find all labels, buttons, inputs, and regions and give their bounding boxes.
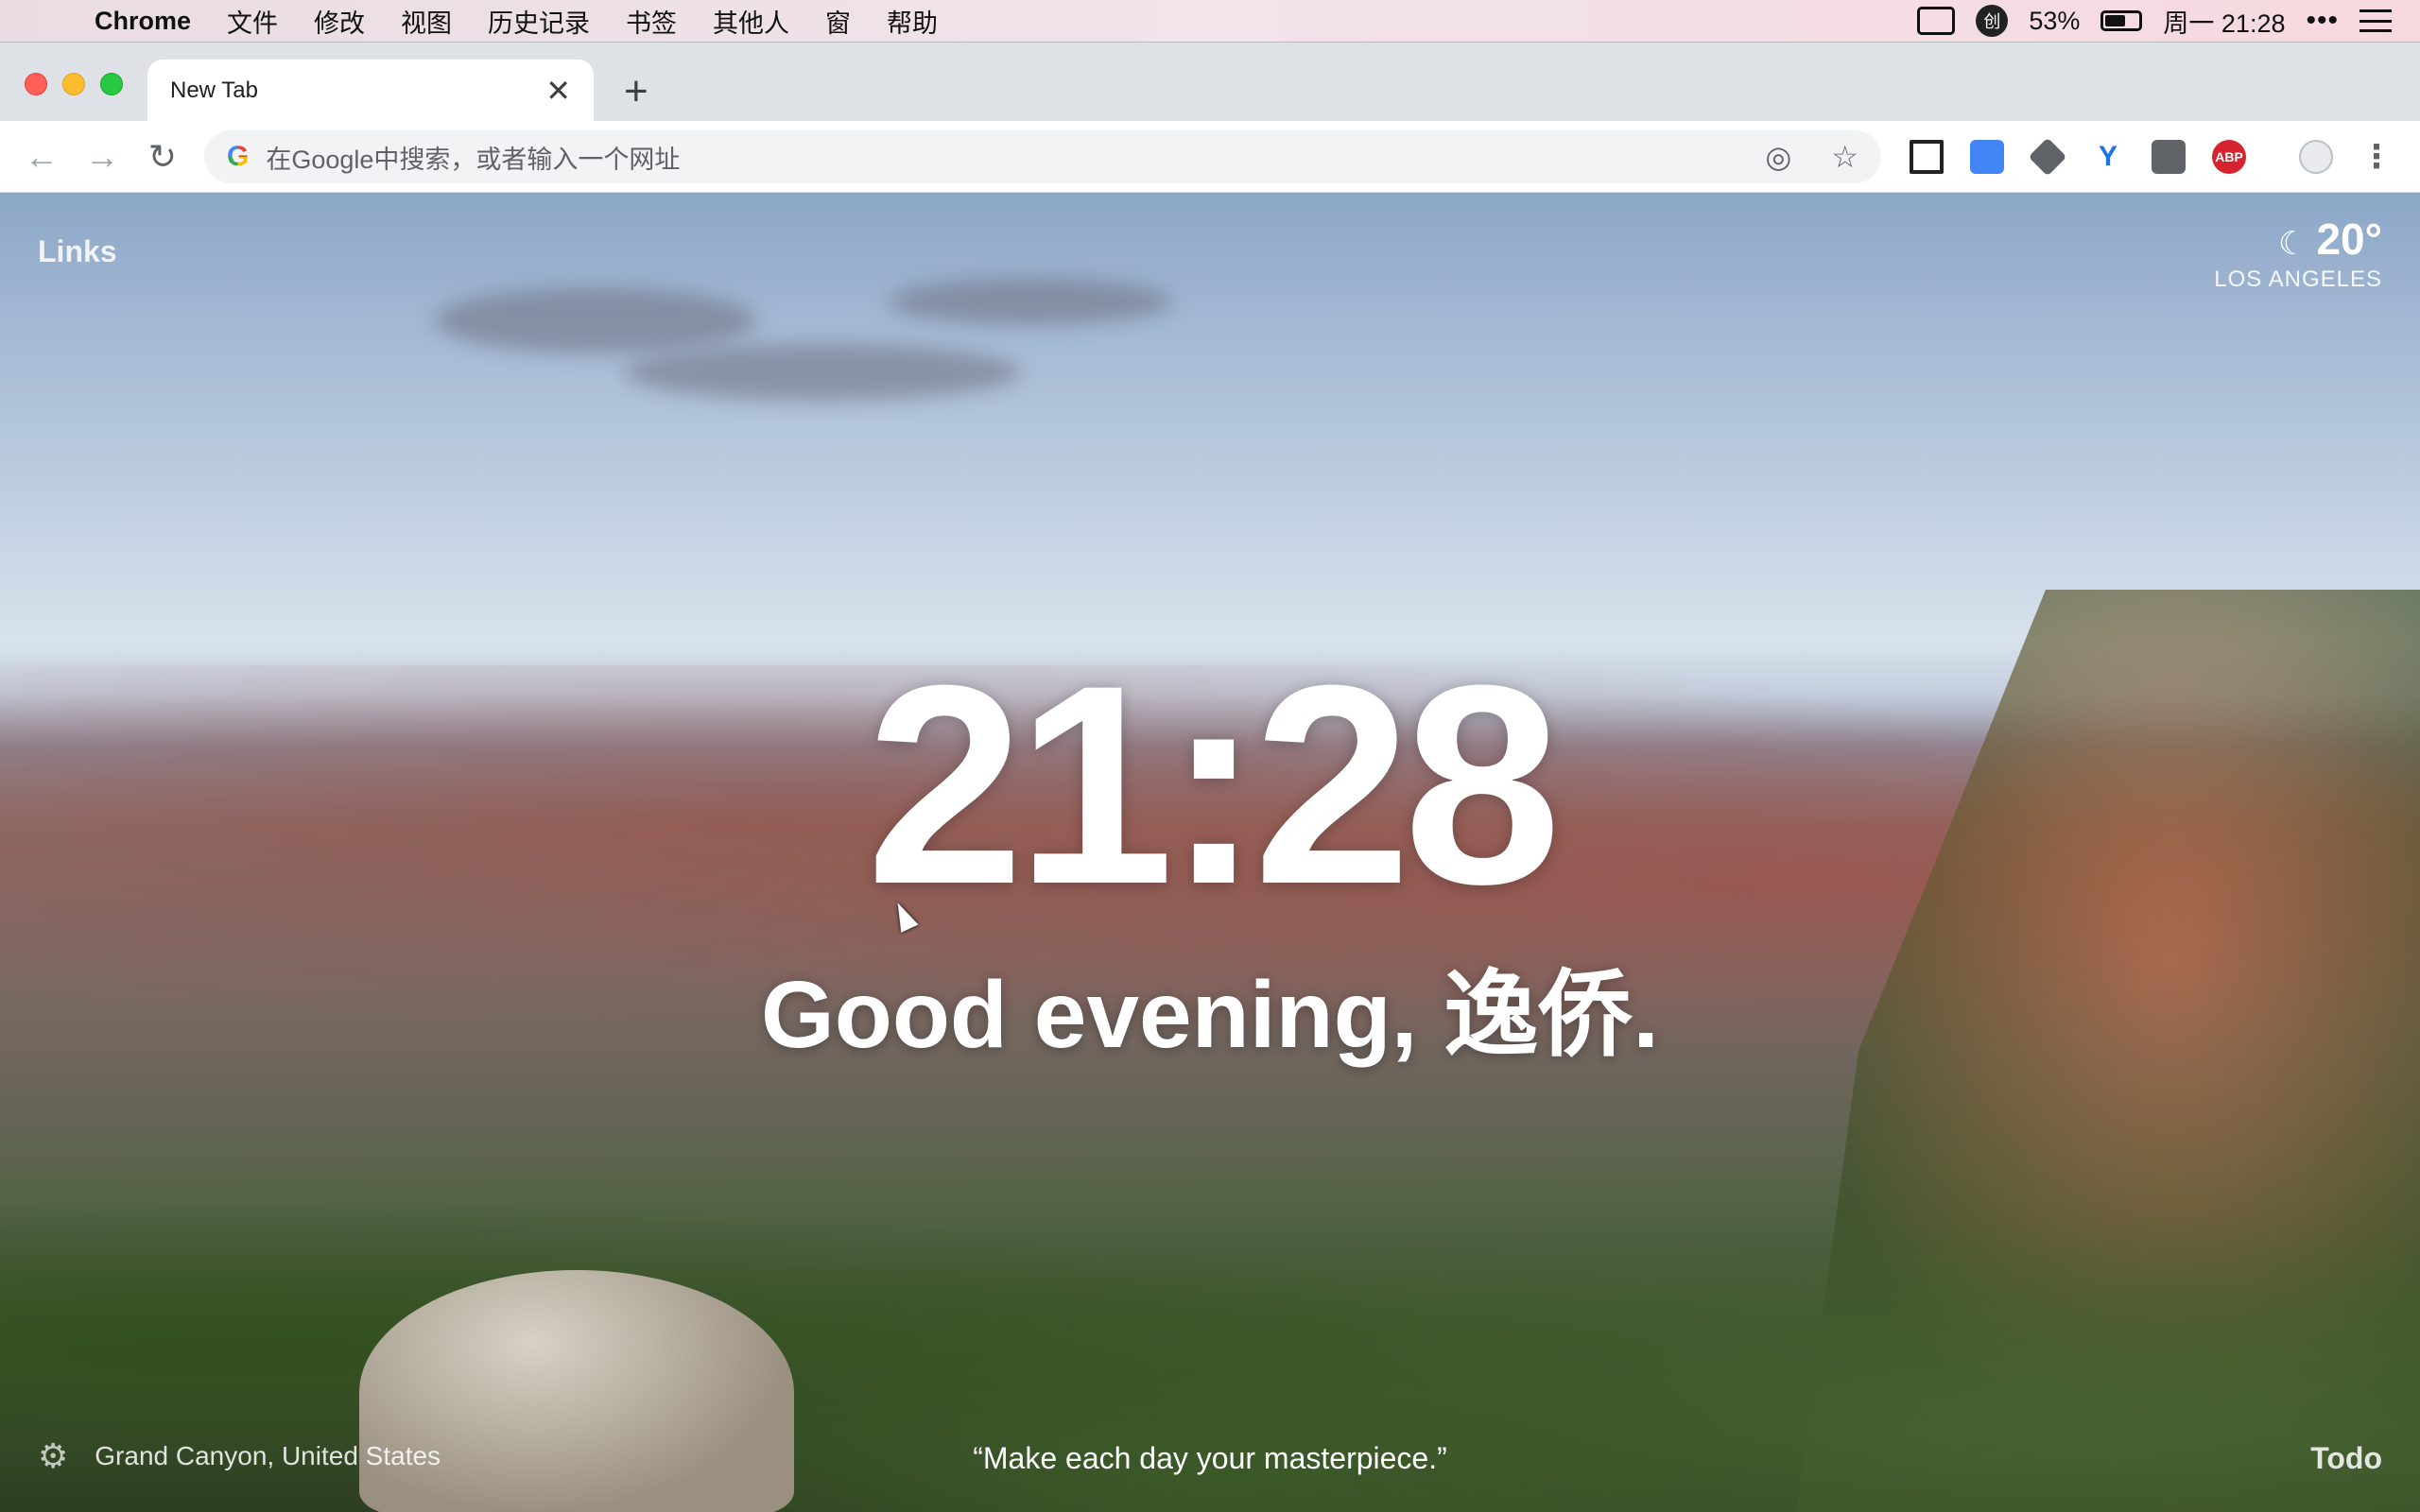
address-placeholder: 在Google中搜索，或者输入一个网址 (266, 145, 681, 174)
battery-icon[interactable] (2100, 10, 2143, 31)
menu-history[interactable]: 历史记录 (488, 3, 590, 40)
greeting: Good evening, 逸侨. (760, 962, 1660, 1068)
incognito-extension-icon[interactable] (2152, 140, 2186, 174)
cloud-decoration (624, 344, 1021, 401)
moon-icon: ☾ (2277, 226, 2308, 262)
clock: 21:28 (866, 626, 1561, 943)
list-icon[interactable] (2360, 9, 2392, 32)
close-window-button[interactable] (25, 73, 47, 95)
y-extension-icon[interactable]: Y (2091, 140, 2125, 174)
close-icon[interactable]: ✕ (545, 76, 571, 106)
menu-app-name[interactable]: Chrome (95, 7, 191, 36)
menu-bookmarks[interactable]: 书签 (626, 3, 677, 40)
forward-button[interactable]: → (79, 134, 125, 180)
cloud-decoration (435, 287, 756, 353)
daily-quote[interactable]: “Make each day your masterpiece.” (0, 1441, 2420, 1476)
reload-button[interactable]: ↻ (140, 134, 185, 180)
weather-temperature: 20° (2316, 215, 2382, 264)
address-bar[interactable]: G 在Google中搜索，或者输入一个网址 ◎ ☆ (204, 130, 1881, 183)
new-tab-button[interactable]: + (624, 71, 648, 112)
menu-edit[interactable]: 修改 (314, 3, 365, 40)
weather-widget[interactable]: ☾ 20° LOS ANGELES (2214, 214, 2382, 293)
camera-icon[interactable] (1917, 7, 1956, 35)
adblock-extension-icon[interactable]: ABP (2212, 140, 2246, 174)
google-icon: G (227, 141, 250, 172)
back-button[interactable]: ← (19, 134, 64, 180)
battery-percent: 53% (2029, 6, 2081, 35)
chrome-menu-icon[interactable]: ⋮ (2360, 139, 2394, 175)
macos-menubar: Chrome 文件 修改 视图 历史记录 书签 其他人 窗 帮助 创 53% 周… (0, 0, 2420, 42)
menu-file[interactable]: 文件 (227, 3, 278, 40)
tab-title: New Tab (170, 77, 258, 103)
location-icon[interactable]: ◎ (1765, 139, 1791, 175)
weather-city: LOS ANGELES (2214, 266, 2382, 292)
cloud-decoration (889, 278, 1172, 325)
ime-icon[interactable]: 创 (1976, 5, 2009, 37)
translate-extension-icon[interactable] (1970, 140, 2004, 174)
layers-extension-icon[interactable] (2028, 137, 2067, 177)
qr-code-extension-icon[interactable] (1910, 140, 1944, 174)
tab-strip: New Tab ✕ + (0, 42, 2420, 122)
profile-avatar-icon[interactable] (2299, 140, 2333, 174)
zoom-window-button[interactable] (100, 73, 123, 95)
bookmark-star-icon[interactable]: ☆ (1831, 139, 1858, 175)
more-icon[interactable]: ••• (2306, 5, 2339, 37)
menu-help[interactable]: 帮助 (887, 3, 938, 40)
menu-window[interactable]: 窗 (825, 3, 851, 40)
todo-button[interactable]: Todo (2310, 1441, 2382, 1476)
tab-new-tab[interactable]: New Tab ✕ (147, 60, 594, 122)
browser-toolbar: ← → ↻ G 在Google中搜索，或者输入一个网址 ◎ ☆ Y ABP ⋮ (0, 121, 2420, 193)
minimize-window-button[interactable] (62, 73, 85, 95)
menubar-datetime[interactable]: 周一 21:28 (2163, 3, 2285, 40)
links-button[interactable]: Links (38, 234, 117, 269)
menu-people[interactable]: 其他人 (713, 3, 789, 40)
menu-view[interactable]: 视图 (401, 3, 452, 40)
momentum-background: Links ☾ 20° LOS ANGELES 21:28 Good evenin… (0, 193, 2420, 1512)
